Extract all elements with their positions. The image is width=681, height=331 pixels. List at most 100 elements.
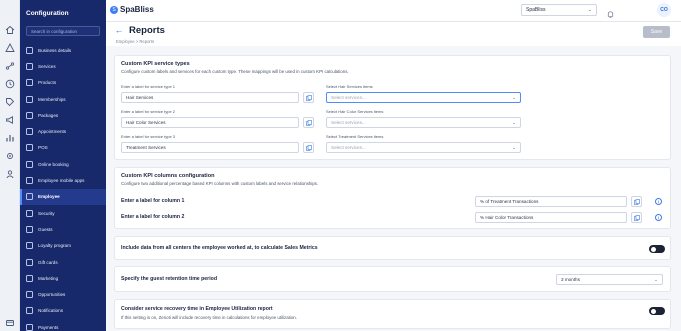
- sidebar-item-appointments[interactable]: Appointments: [20, 123, 106, 139]
- business-details-icon: [26, 46, 33, 54]
- recovery-time-label: Consider service recovery time in Employ…: [121, 306, 273, 312]
- sidebar-item-employee[interactable]: Employee: [20, 188, 106, 206]
- sidebar-item-label: Notifications: [38, 308, 64, 314]
- center-select-value: SpaBliss: [526, 7, 546, 13]
- sidebar-item-memberships[interactable]: Memberships: [20, 91, 106, 107]
- logo-mark-icon: S: [110, 5, 118, 14]
- sidebar-item-opportunities[interactable]: Opportunities: [20, 286, 106, 302]
- sidebar-item-guests[interactable]: Guests: [20, 221, 106, 237]
- column-2-input[interactable]: % Hair Color Transactions: [475, 212, 627, 223]
- chevron-down-icon: ⌄: [512, 120, 516, 125]
- products-icon: [26, 79, 33, 87]
- clock-icon[interactable]: [5, 79, 15, 89]
- service-type-1-input[interactable]: Hair Services: [121, 92, 299, 103]
- app-logo[interactable]: S SpaBliss: [110, 5, 154, 14]
- sidebar-item-security[interactable]: Security: [20, 205, 106, 221]
- billing-icon[interactable]: [5, 318, 15, 328]
- retention-period-value: 3 months: [561, 277, 580, 282]
- sidebar-item-label: Loyalty program: [38, 243, 71, 249]
- sidebar-item-packages[interactable]: Packages: [20, 107, 106, 123]
- back-arrow-icon[interactable]: ←: [114, 25, 124, 35]
- notifications-icon: [26, 307, 33, 315]
- retention-period-select[interactable]: 3 months ⌄: [556, 274, 663, 285]
- notification-icon[interactable]: [606, 6, 615, 18]
- graph-icon[interactable]: [5, 61, 15, 71]
- megaphone-icon[interactable]: [5, 115, 15, 125]
- sidebar-item-notifications[interactable]: Notifications: [20, 303, 106, 319]
- sidebar-item-payments[interactable]: Payments: [20, 319, 106, 331]
- sidebar-item-pos[interactable]: POS: [20, 140, 106, 156]
- loyalty-program-icon: [26, 242, 33, 250]
- retention-period-card: Specify the guest retention time period …: [114, 266, 671, 292]
- sidebar-item-label: Services: [38, 63, 56, 69]
- sidebar-item-label: Guests: [38, 226, 53, 232]
- sidebar-item-services[interactable]: Services: [20, 58, 106, 74]
- users-icon[interactable]: [5, 169, 15, 179]
- sidebar-item-employee-mobile-apps[interactable]: Employee mobile apps: [20, 172, 106, 188]
- service-type-3-items-select[interactable]: Select services... ⌄: [326, 142, 521, 153]
- calendar-icon[interactable]: [5, 43, 15, 53]
- breadcrumb: Employee > Reports: [116, 39, 155, 44]
- user-avatar[interactable]: CO: [657, 3, 671, 17]
- copy-icon[interactable]: [631, 196, 642, 207]
- sidebar-search-input[interactable]: Search in configuration: [26, 26, 100, 36]
- kpi-columns-title: Custom KPI columns configuration: [121, 173, 215, 179]
- sidebar-item-label: Business details: [38, 47, 72, 53]
- service-type-2-input[interactable]: Hair Color Services: [121, 117, 299, 128]
- logo-name: SpaBliss: [120, 5, 154, 14]
- chevron-down-icon: ⌄: [587, 7, 592, 13]
- service-type-3-input[interactable]: Treatment Services: [121, 142, 299, 153]
- service-type-3-items-caption: Select Treatment Services items: [326, 134, 384, 139]
- sidebar-item-label: Marketing: [38, 275, 59, 281]
- recovery-time-toggle[interactable]: [649, 307, 665, 315]
- sidebar-item-online-booking[interactable]: Online booking: [20, 156, 106, 172]
- sidebar-item-label: Employee mobile apps: [38, 178, 85, 184]
- copy-icon[interactable]: [303, 92, 314, 103]
- select-placeholder: Select services...: [331, 120, 366, 125]
- sidebar-item-label: Appointments: [38, 129, 67, 135]
- column-1-input[interactable]: % of Treatment Transactions: [475, 196, 627, 207]
- page-title: Reports: [129, 25, 165, 36]
- app-rail: [0, 0, 20, 331]
- sidebar-item-products[interactable]: Products: [20, 75, 106, 91]
- employee-mobile-apps-icon: [26, 177, 33, 185]
- services-icon: [26, 62, 33, 70]
- top-bar: S SpaBliss SpaBliss ⌄ CO: [106, 0, 681, 22]
- opportunities-icon: [26, 291, 33, 299]
- payments-icon: [26, 323, 33, 331]
- recovery-time-card: Consider service recovery time in Employ…: [114, 299, 671, 329]
- sidebar-item-loyalty-program[interactable]: Loyalty program: [20, 238, 106, 254]
- select-placeholder: Select services...: [331, 95, 366, 100]
- recovery-time-subtitle: If this setting is on, Zenoti will inclu…: [121, 315, 297, 320]
- service-type-2-items-select[interactable]: Select services... ⌄: [326, 117, 521, 128]
- service-type-2-caption: Enter a label for service type 2: [121, 109, 176, 114]
- sidebar-title: Configuration: [26, 9, 69, 17]
- sidebar-item-gift-cards[interactable]: Gift cards: [20, 254, 106, 270]
- marketing-icon: [26, 274, 33, 282]
- sidebar-item-marketing[interactable]: Marketing: [20, 270, 106, 286]
- copy-icon[interactable]: [631, 212, 642, 223]
- service-type-1-items-select[interactable]: Select services... ⌄: [326, 92, 521, 103]
- sidebar-item-label: Gift cards: [38, 259, 58, 265]
- copy-icon[interactable]: [303, 142, 314, 153]
- settings-content: Custom KPI service types Configure custo…: [106, 46, 681, 331]
- sidebar-item-label: POS: [38, 145, 48, 151]
- chevron-down-icon: ⌄: [654, 277, 658, 282]
- security-icon: [26, 209, 33, 217]
- info-icon[interactable]: i: [655, 198, 662, 205]
- packages-icon: [26, 111, 33, 119]
- sidebar-item-label: Security: [38, 210, 55, 216]
- sidebar-item-business-details[interactable]: Business details: [20, 42, 106, 58]
- center-select[interactable]: SpaBliss ⌄: [521, 4, 597, 16]
- memberships-icon: [26, 95, 33, 103]
- save-button[interactable]: Save: [643, 26, 670, 38]
- sidebar-item-label: Packages: [38, 112, 59, 118]
- tag-icon[interactable]: [5, 97, 15, 107]
- home-icon[interactable]: [5, 25, 15, 35]
- gear-icon[interactable]: [5, 151, 15, 161]
- info-icon[interactable]: i: [655, 214, 662, 221]
- chart-icon[interactable]: [5, 133, 15, 143]
- copy-icon[interactable]: [303, 117, 314, 128]
- sales-metrics-toggle[interactable]: [649, 245, 665, 253]
- sidebar-item-label: Online booking: [38, 161, 69, 167]
